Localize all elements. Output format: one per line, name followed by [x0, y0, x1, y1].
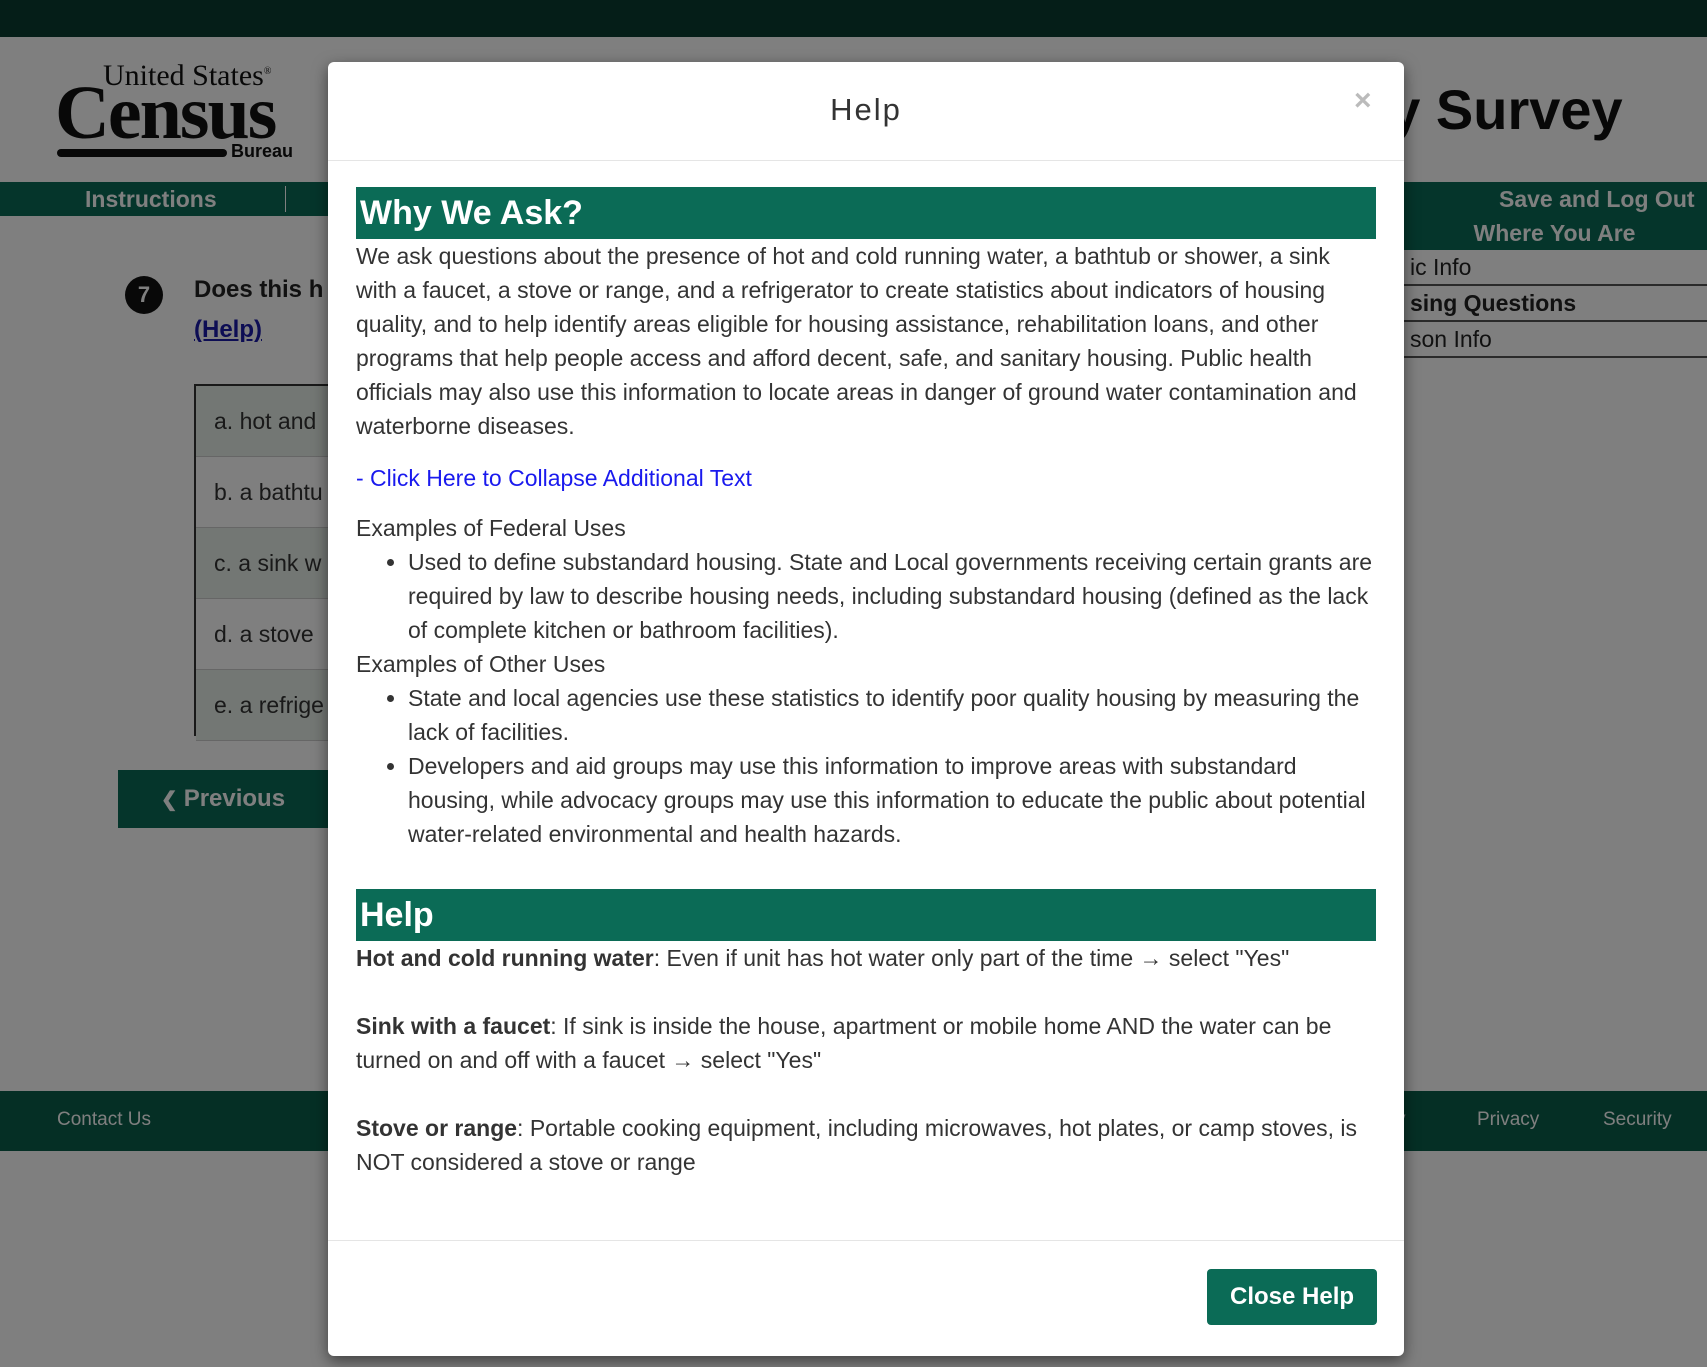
help-term: Sink with a faucet — [356, 1013, 551, 1039]
why-we-ask-text: We ask questions about the presence of h… — [356, 243, 1357, 439]
federal-uses-title: Examples of Federal Uses — [356, 515, 626, 541]
close-help-button[interactable]: Close Help — [1207, 1269, 1377, 1325]
list-item: Developers and aid groups may use this i… — [408, 749, 1376, 851]
help-item: Hot and cold running water: Even if unit… — [356, 941, 1376, 975]
other-uses-list: State and local agencies use these stati… — [356, 681, 1376, 851]
modal-footer: Close Help — [328, 1240, 1404, 1356]
help-item: Stove or range: Portable cooking equipme… — [356, 1111, 1376, 1179]
help-term: Hot and cold running water — [356, 945, 654, 971]
help-description: : Even if unit has hot water only part o… — [653, 945, 1290, 971]
help-item: Sink with a faucet: If sink is inside th… — [356, 1009, 1376, 1077]
why-we-ask-heading: Why We Ask? — [356, 187, 1376, 239]
modal-body: Why We Ask? We ask questions about the p… — [356, 187, 1376, 1179]
modal-title: Help — [830, 92, 902, 127]
help-heading: Help — [356, 889, 1376, 941]
close-icon[interactable]: × — [1354, 84, 1372, 118]
help-modal: Help × Why We Ask? We ask questions abou… — [328, 62, 1404, 1356]
modal-header: Help × — [328, 62, 1404, 161]
help-term: Stove or range — [356, 1115, 518, 1141]
list-item: State and local agencies use these stati… — [408, 681, 1376, 749]
list-item: Used to define substandard housing. Stat… — [408, 545, 1376, 647]
federal-uses-list: Used to define substandard housing. Stat… — [356, 545, 1376, 647]
collapse-text-link[interactable]: - Click Here to Collapse Additional Text — [356, 461, 1376, 495]
other-uses-title: Examples of Other Uses — [356, 651, 606, 677]
